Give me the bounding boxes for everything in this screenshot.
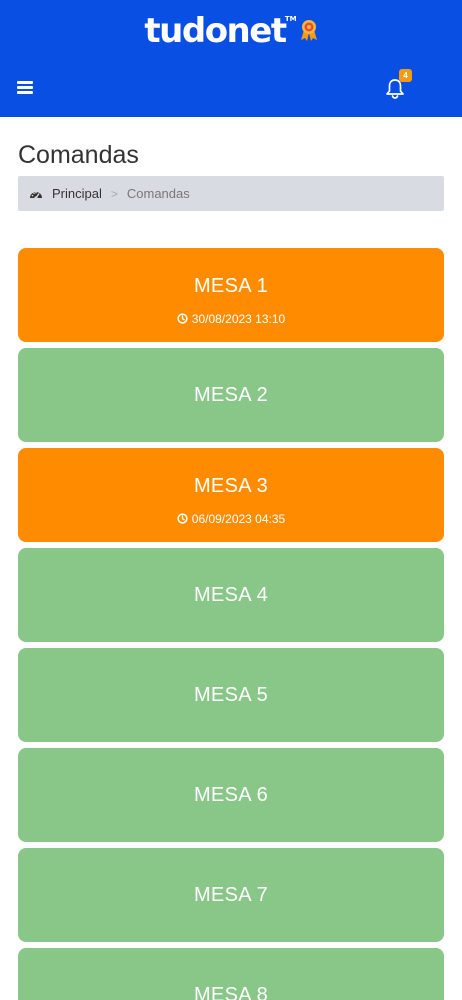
- mesa-name: MESA 7: [193, 883, 269, 906]
- breadcrumb-current: Comandas: [126, 186, 190, 201]
- mesa-name: MESA 3: [193, 474, 269, 497]
- logo-row: tudonet TM: [0, 0, 462, 60]
- mesa-name: MESA 6: [193, 783, 269, 806]
- mesa-time: 30/08/2023 13:10: [177, 312, 285, 326]
- mesa-card-5[interactable]: MESA 5: [18, 648, 444, 742]
- mesa-list: MESA 1 30/08/2023 13:10 MESA 2 MESA 3 06…: [18, 248, 444, 1000]
- mesa-time-text: 30/08/2023 13:10: [191, 311, 286, 326]
- notification-badge[interactable]: 4: [399, 69, 412, 82]
- mesa-name: MESA 8: [193, 983, 269, 1000]
- app-header: tudonet TM 4: [0, 0, 462, 117]
- mesa-name: MESA 4: [193, 583, 269, 606]
- clock-icon: [177, 513, 188, 524]
- award-ribbon-icon: [300, 18, 318, 46]
- logo[interactable]: tudonet TM: [144, 11, 296, 51]
- mesa-card-8[interactable]: MESA 8: [18, 948, 444, 1000]
- page-title: Comandas: [18, 141, 139, 169]
- mesa-card-4[interactable]: MESA 4: [18, 548, 444, 642]
- logo-trademark: TM: [284, 15, 297, 23]
- clock-icon: [177, 313, 188, 324]
- nav-bar: 4: [0, 66, 462, 110]
- mesa-card-3[interactable]: MESA 3 06/09/2023 04:35: [18, 448, 444, 542]
- mesa-name: MESA 5: [193, 683, 269, 706]
- breadcrumb: Principal > Comandas: [18, 176, 444, 211]
- breadcrumb-separator: >: [110, 186, 118, 201]
- mesa-time-text: 06/09/2023 04:35: [191, 511, 286, 526]
- breadcrumb-home-label: Principal: [52, 186, 102, 201]
- hamburger-menu-icon[interactable]: [17, 81, 33, 95]
- mesa-card-6[interactable]: MESA 6: [18, 748, 444, 842]
- mesa-card-2[interactable]: MESA 2: [18, 348, 444, 442]
- breadcrumb-home-link[interactable]: Principal: [29, 186, 102, 201]
- mesa-time: 06/09/2023 04:35: [177, 512, 285, 526]
- mesa-card-7[interactable]: MESA 7: [18, 848, 444, 942]
- mesa-name: MESA 2: [193, 383, 269, 406]
- mesa-name: MESA 1: [193, 274, 269, 297]
- dashboard-icon: [30, 191, 42, 200]
- mesa-card-1[interactable]: MESA 1 30/08/2023 13:10: [18, 248, 444, 342]
- logo-text: tudonet: [144, 11, 287, 51]
